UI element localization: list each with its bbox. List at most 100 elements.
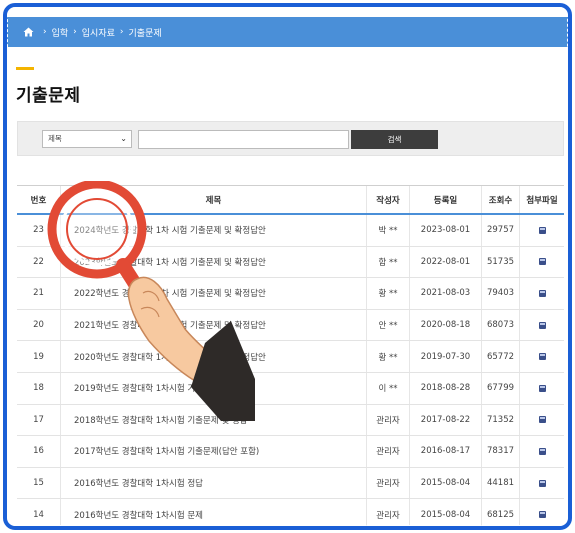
table-row[interactable]: 19 2020학년도 경찰대학 1차 시험 기출문제 및 확정답안 황 ** 2019… bbox=[17, 341, 564, 373]
row-title-link[interactable]: 2022학년도 경찰대학 1차 시험 기출문제 및 확정답안 bbox=[61, 278, 367, 309]
search-bar: 제목 ⌄ 검색 bbox=[17, 121, 564, 156]
row-attachment[interactable] bbox=[520, 468, 564, 499]
row-date: 2022-08-01 bbox=[410, 246, 482, 278]
search-field-select[interactable]: 제목 ⌄ bbox=[42, 130, 132, 148]
row-title-link[interactable]: 2016학년도 경찰대학 1차시험 정답 bbox=[61, 467, 367, 499]
table-row[interactable]: 18 2019학년도 경찰대학 1차시험 기출문제 및 정답 이 ** 2018-08… bbox=[17, 372, 564, 405]
header-views: 조회수 bbox=[482, 186, 520, 213]
breadcrumb-separator: › bbox=[43, 27, 47, 37]
row-attachment[interactable] bbox=[520, 436, 564, 467]
row-title-link[interactable]: 2020학년도 경찰대학 1차 시험 기출문제 및 확정답안 bbox=[61, 341, 367, 372]
row-num: 23 bbox=[17, 215, 61, 246]
row-title-link[interactable]: 2017학년도 경찰대학 1차시험 기출문제(답안 포함) bbox=[61, 436, 367, 467]
row-num: 19 bbox=[17, 341, 61, 372]
row-title-link[interactable]: 2021학년도 경찰대학 1차 시험 기출문제 및 확정답안 bbox=[61, 309, 367, 341]
row-author: 박 ** bbox=[367, 215, 410, 246]
breadcrumb-item-admission[interactable]: 입학 bbox=[52, 26, 69, 39]
table-row[interactable]: 21 2022학년도 경찰대학 1차 시험 기출문제 및 확정답안 황 ** 2021… bbox=[17, 278, 564, 310]
posts-table: 번호 제목 작성자 등록일 조회수 첨부파일 23 2024학년도 경찰대학 1차… bbox=[17, 185, 564, 526]
breadcrumb-item-materials[interactable]: 입시자료 bbox=[82, 26, 115, 39]
breadcrumb-separator: › bbox=[73, 27, 77, 37]
file-icon[interactable] bbox=[538, 321, 546, 329]
row-title-link[interactable]: 2019학년도 경찰대학 1차시험 기출문제 및 정답 bbox=[61, 372, 367, 404]
row-views: 68125 bbox=[482, 499, 520, 526]
row-num: 16 bbox=[17, 436, 61, 467]
row-num: 22 bbox=[17, 246, 61, 278]
file-icon[interactable] bbox=[538, 511, 546, 519]
file-icon[interactable] bbox=[538, 353, 546, 361]
header-num: 번호 bbox=[17, 186, 61, 213]
row-views: 51735 bbox=[482, 246, 520, 278]
row-views: 67799 bbox=[482, 372, 520, 404]
row-attachment[interactable] bbox=[520, 247, 564, 278]
file-icon[interactable] bbox=[538, 447, 546, 455]
row-date: 2016-08-17 bbox=[410, 436, 482, 467]
title-accent-bar bbox=[16, 67, 34, 70]
row-attachment[interactable] bbox=[520, 341, 564, 372]
row-date: 2015-08-04 bbox=[410, 499, 482, 526]
row-date: 2020-08-18 bbox=[410, 309, 482, 341]
table-row[interactable]: 14 2016학년도 경찰대학 1차시험 문제 관리자 2015-08-04 68125 bbox=[17, 499, 564, 526]
search-button[interactable]: 검색 bbox=[351, 130, 438, 149]
row-author: 황 ** bbox=[367, 341, 410, 372]
file-icon[interactable] bbox=[538, 289, 546, 297]
file-icon[interactable] bbox=[538, 384, 546, 392]
row-attachment[interactable] bbox=[520, 405, 564, 436]
row-date: 2018-08-28 bbox=[410, 372, 482, 404]
table-row[interactable]: 23 2024학년도 경찰대학 1차 시험 기출문제 및 확정답안 박 ** 2023… bbox=[17, 215, 564, 247]
row-views: 79403 bbox=[482, 278, 520, 309]
row-author: 관리자 bbox=[367, 436, 410, 467]
row-attachment[interactable] bbox=[520, 373, 564, 404]
row-attachment[interactable] bbox=[520, 499, 564, 526]
table-row[interactable]: 15 2016학년도 경찰대학 1차시험 정답 관리자 2015-08-04 44181 bbox=[17, 467, 564, 500]
row-date: 2023-08-01 bbox=[410, 215, 482, 246]
breadcrumb-item-past-exams[interactable]: 기출문제 bbox=[129, 26, 162, 39]
row-title-link[interactable]: 2018학년도 경찰대학 1차시험 기출문제 및 정답 bbox=[61, 404, 367, 436]
file-icon[interactable] bbox=[538, 416, 546, 424]
row-author: 관리자 bbox=[367, 404, 410, 436]
row-num: 17 bbox=[17, 404, 61, 436]
row-num: 14 bbox=[17, 499, 61, 526]
screenshot-frame: › 입학 › 입시자료 › 기출문제 기출문제 제목 ⌄ 검색 번호 제목 작성… bbox=[3, 3, 572, 530]
row-views: 78317 bbox=[482, 436, 520, 467]
table-body: 23 2024학년도 경찰대학 1차 시험 기출문제 및 확정답안 박 ** 2023… bbox=[17, 215, 564, 526]
breadcrumb-separator: › bbox=[119, 27, 124, 37]
row-attachment[interactable] bbox=[520, 310, 564, 341]
file-icon[interactable] bbox=[538, 479, 546, 487]
row-author: 이 ** bbox=[367, 372, 410, 404]
row-date: 2015-08-04 bbox=[410, 467, 482, 499]
file-icon[interactable] bbox=[538, 258, 546, 266]
table-row[interactable]: 16 2017학년도 경찰대학 1차시험 기출문제(답안 포함) 관리자 2016-0… bbox=[17, 436, 564, 468]
search-input[interactable] bbox=[138, 130, 349, 149]
row-attachment[interactable] bbox=[520, 278, 564, 309]
row-num: 20 bbox=[17, 309, 61, 341]
table-header: 번호 제목 작성자 등록일 조회수 첨부파일 bbox=[17, 185, 564, 215]
row-title-link[interactable]: 2023학년도 경찰대학 1차 시험 기출문제 및 확정답안 bbox=[61, 246, 367, 278]
row-num: 15 bbox=[17, 467, 61, 499]
row-title-link[interactable]: 2016학년도 경찰대학 1차시험 문제 bbox=[61, 499, 367, 526]
row-author: 관리자 bbox=[367, 467, 410, 499]
table-row[interactable]: 17 2018학년도 경찰대학 1차시험 기출문제 및 정답 관리자 2017-08-… bbox=[17, 404, 564, 437]
breadcrumb: › 입학 › 입시자료 › 기출문제 bbox=[7, 17, 568, 47]
row-title-link[interactable]: 2024학년도 경찰대학 1차 시험 기출문제 및 확정답안 bbox=[61, 215, 367, 246]
row-views: 29757 bbox=[482, 215, 520, 246]
file-icon[interactable] bbox=[538, 226, 546, 234]
row-date: 2019-07-30 bbox=[410, 341, 482, 372]
page-title: 기출문제 bbox=[16, 86, 81, 106]
row-date: 2017-08-22 bbox=[410, 404, 482, 436]
row-views: 68073 bbox=[482, 309, 520, 341]
row-attachment[interactable] bbox=[520, 215, 564, 246]
table-row[interactable]: 20 2021학년도 경찰대학 1차 시험 기출문제 및 확정답안 안 ** 2020… bbox=[17, 309, 564, 342]
header-date: 등록일 bbox=[410, 186, 482, 213]
row-author: 황 ** bbox=[367, 278, 410, 309]
row-author: 관리자 bbox=[367, 499, 410, 526]
chevron-down-icon: ⌄ bbox=[120, 134, 127, 143]
row-author: 안 ** bbox=[367, 309, 410, 341]
home-icon[interactable] bbox=[23, 27, 34, 37]
table-row[interactable]: 22 2023학년도 경찰대학 1차 시험 기출문제 및 확정답안 함 ** 2022… bbox=[17, 246, 564, 279]
header-title: 제목 bbox=[61, 186, 367, 213]
row-author: 함 ** bbox=[367, 246, 410, 278]
header-author: 작성자 bbox=[367, 186, 410, 213]
row-views: 65772 bbox=[482, 341, 520, 372]
row-views: 71352 bbox=[482, 404, 520, 436]
